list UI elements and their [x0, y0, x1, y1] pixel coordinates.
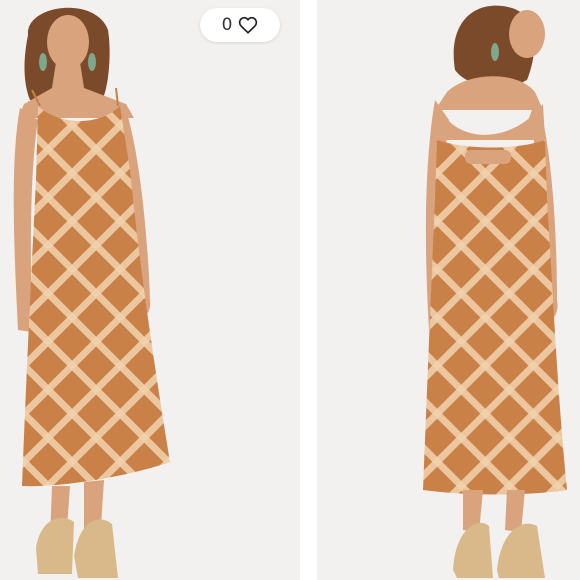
listing-gallery: 0 — [0, 0, 580, 580]
earring-right — [88, 53, 96, 71]
sandal-left-back — [453, 522, 493, 578]
like-count: 0 — [221, 15, 233, 35]
like-button[interactable]: 0 — [200, 8, 280, 42]
product-photo-front[interactable] — [0, 0, 300, 580]
face-front — [47, 15, 89, 69]
product-photo-back[interactable] — [317, 0, 580, 580]
earring-back — [491, 43, 499, 61]
shoulders-back — [435, 76, 543, 110]
dress-back — [423, 140, 567, 495]
earring-left — [39, 53, 47, 71]
sandal-right-back — [497, 523, 545, 578]
model-back-illustration — [423, 5, 567, 578]
sandal-right-front — [74, 519, 118, 578]
face-back — [509, 10, 545, 58]
model-front-illustration — [13, 7, 170, 578]
back-cutout — [465, 150, 511, 164]
heart-outline-icon — [239, 16, 258, 34]
sandal-left-front — [36, 517, 74, 574]
